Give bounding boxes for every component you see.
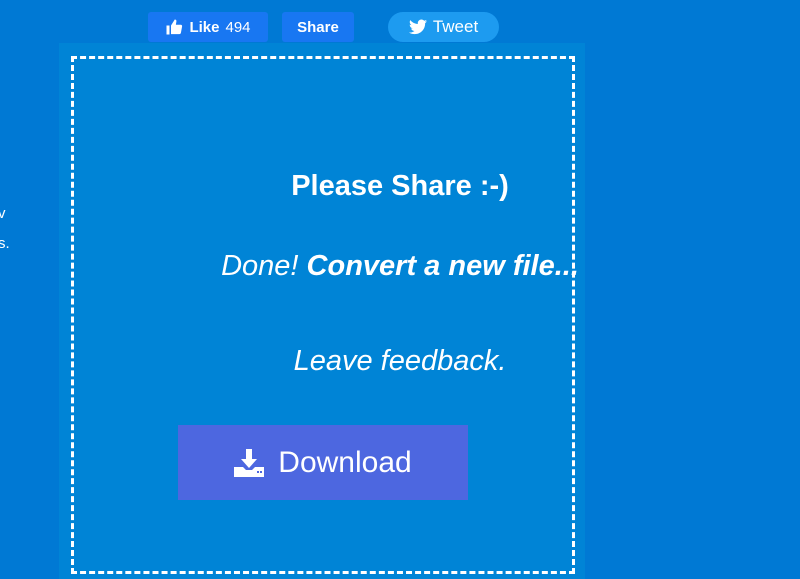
cut-off-text-line: v bbox=[0, 205, 6, 222]
thumbs-up-icon bbox=[166, 19, 183, 35]
like-count: 494 bbox=[225, 18, 251, 36]
please-share-heading: Please Share :-) bbox=[291, 170, 509, 202]
done-text: Done! bbox=[221, 250, 299, 282]
facebook-share-button[interactable]: Share bbox=[282, 12, 354, 42]
download-icon bbox=[234, 448, 265, 477]
share-label: Share bbox=[297, 18, 339, 36]
download-label: Download bbox=[278, 445, 412, 479]
facebook-like-button[interactable]: Like 494 bbox=[148, 12, 268, 42]
tweet-button[interactable]: Tweet bbox=[388, 12, 499, 42]
tweet-label: Tweet bbox=[432, 17, 479, 36]
leave-feedback-link[interactable]: Leave feedback. bbox=[0, 345, 800, 378]
twitter-bird-icon bbox=[408, 19, 427, 35]
convert-new-file-link[interactable]: Convert a new file... bbox=[307, 250, 579, 282]
like-label: Like bbox=[189, 18, 220, 36]
done-message: Done! Convert a new file... bbox=[0, 250, 800, 283]
download-button[interactable]: Download bbox=[178, 425, 468, 500]
